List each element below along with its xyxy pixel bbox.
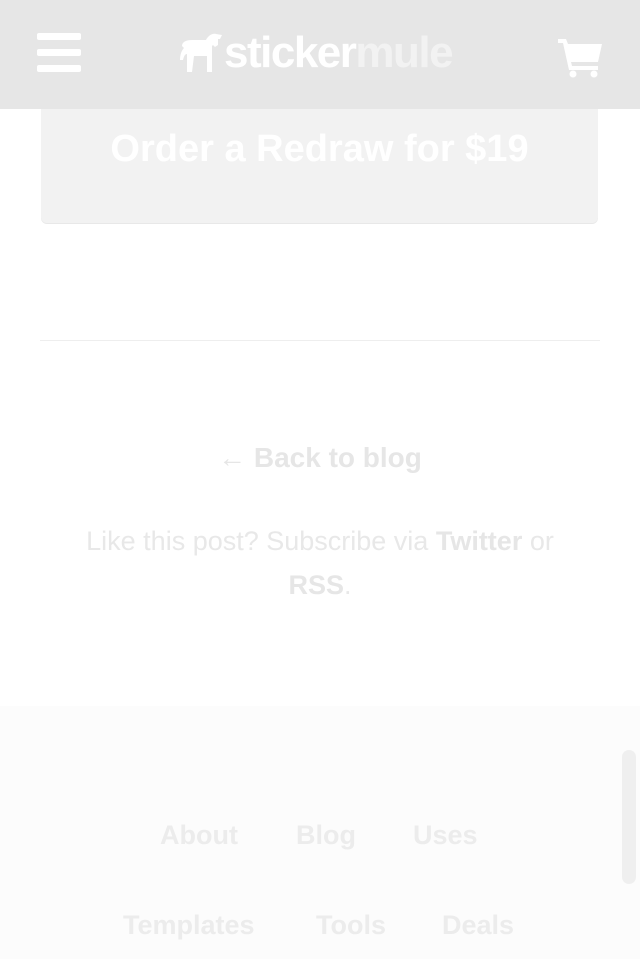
logo-text-mule: mule: [355, 28, 453, 77]
twitter-link[interactable]: Twitter: [436, 526, 523, 556]
footer-link-about[interactable]: About: [160, 820, 238, 851]
scrollbar-thumb[interactable]: [622, 750, 636, 884]
subscribe-middle: or: [522, 526, 554, 556]
menu-icon[interactable]: [37, 33, 81, 73]
section-divider: [40, 340, 600, 341]
footer-link-uses[interactable]: Uses: [413, 820, 478, 851]
subscribe-prefix: Like this post? Subscribe via: [86, 526, 436, 556]
footer-link-templates[interactable]: Templates: [123, 910, 255, 941]
mule-logo-icon: [180, 33, 222, 72]
subscribe-text: Like this post? Subscribe via Twitter or…: [60, 519, 580, 607]
footer-link-blog[interactable]: Blog: [296, 820, 356, 851]
cart-icon[interactable]: [556, 36, 604, 78]
footer-link-tools[interactable]: Tools: [316, 910, 386, 941]
footer: About Blog Uses Templates Tools Deals: [0, 706, 640, 959]
page: sticker mule Order a Redraw for $19 ← Bac…: [0, 0, 640, 959]
logo-text-sticker: sticker: [224, 28, 357, 77]
back-to-blog-link[interactable]: ← Back to blog: [0, 442, 640, 474]
order-redraw-label: Order a Redraw for $19: [110, 128, 529, 170]
left-arrow-icon: ←: [218, 442, 247, 473]
order-redraw-button[interactable]: Order a Redraw for $19: [41, 90, 598, 223]
top-navigation-bar: sticker mule: [0, 0, 640, 109]
rss-link[interactable]: RSS: [288, 570, 344, 600]
back-to-blog-label: Back to blog: [253, 442, 422, 473]
subscribe-suffix: .: [344, 570, 352, 600]
sticker-mule-logo[interactable]: sticker mule: [178, 28, 454, 77]
footer-link-deals[interactable]: Deals: [442, 910, 514, 941]
